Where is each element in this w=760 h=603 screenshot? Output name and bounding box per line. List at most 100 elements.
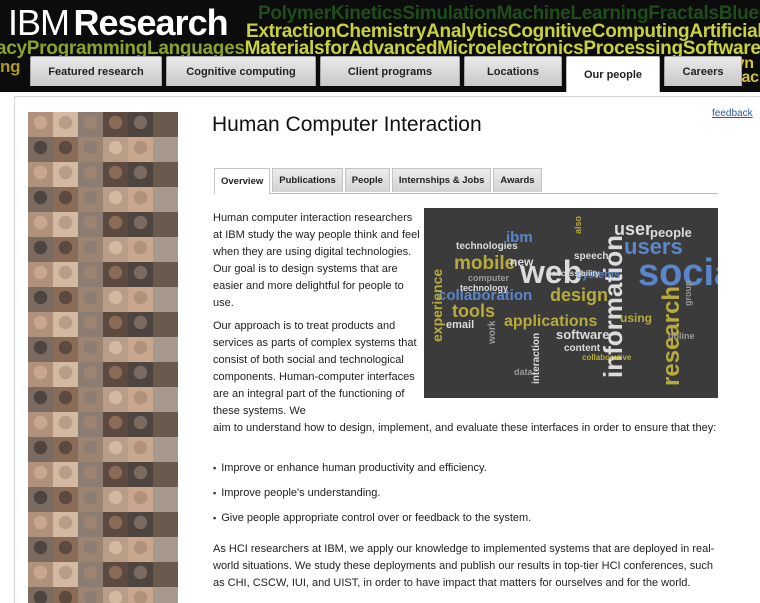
person-photo-thumbnail (78, 487, 103, 512)
tab-people[interactable]: People (344, 168, 390, 192)
person-photo-thumbnail (103, 512, 128, 537)
person-photo-thumbnail (153, 287, 178, 312)
person-photo-thumbnail (128, 587, 153, 603)
person-photo-thumbnail (153, 462, 178, 487)
person-photo-thumbnail (153, 437, 178, 462)
person-photo-thumbnail (28, 587, 53, 603)
nav-tab-client-programs[interactable]: Client programs (320, 56, 460, 86)
person-photo-thumbnail (103, 362, 128, 387)
person-photo-thumbnail (78, 462, 103, 487)
approach-paragraph: Our approach is to treat products and se… (213, 320, 417, 417)
person-photo-thumbnail (78, 187, 103, 212)
person-photo-thumbnail (53, 237, 78, 262)
person-photo-thumbnail (78, 287, 103, 312)
person-photo-thumbnail (103, 412, 128, 437)
cloud-word: people (650, 225, 692, 240)
person-photo-thumbnail (28, 337, 53, 362)
person-photo-thumbnail (28, 412, 53, 437)
nav-tab-careers[interactable]: Careers (664, 56, 742, 86)
cloud-word: software (556, 327, 610, 342)
person-photo-thumbnail (103, 237, 128, 262)
person-photo-thumbnail (103, 137, 128, 162)
main-nav: Featured research Cognitive computing Cl… (30, 56, 746, 92)
person-photo-thumbnail (128, 387, 153, 412)
person-photo-thumbnail (103, 312, 128, 337)
person-photo-thumbnail (128, 212, 153, 237)
nav-tab-cognitive-computing[interactable]: Cognitive computing (166, 56, 316, 86)
person-photo-thumbnail (103, 162, 128, 187)
cloud-word: using (620, 311, 652, 325)
ibm-research-logo[interactable]: IBM Research (8, 2, 229, 43)
person-photo-thumbnail (128, 412, 153, 437)
cloud-word: data (514, 367, 533, 377)
cloud-word: technology (460, 283, 509, 293)
person-photo-thumbnail (128, 237, 153, 262)
person-photo-thumbnail (153, 187, 178, 212)
person-photo-thumbnail (128, 162, 153, 187)
person-photo-thumbnail (103, 462, 128, 487)
cloud-word: user (614, 219, 653, 239)
person-photo-thumbnail (53, 262, 78, 287)
person-photo-thumbnail (103, 262, 128, 287)
nav-tab-featured-research[interactable]: Featured research (30, 56, 162, 86)
person-photo-thumbnail (128, 262, 153, 287)
person-photo-thumbnail (53, 462, 78, 487)
cloud-word: collaborative (582, 353, 632, 362)
person-photo-thumbnail (78, 512, 103, 537)
person-photo-thumbnail (128, 337, 153, 362)
person-photo-thumbnail (153, 562, 178, 587)
goal-bullet: Improve or enhance human productivity an… (213, 462, 487, 474)
person-photo-thumbnail (28, 487, 53, 512)
cloud-word: online (668, 331, 695, 341)
nav-tab-our-people[interactable]: Our people (566, 56, 660, 92)
person-photo-thumbnail (53, 512, 78, 537)
cloud-word: computer (468, 273, 510, 283)
hci-word-cloud: social information research web users us… (424, 208, 718, 398)
person-photo-thumbnail (128, 537, 153, 562)
person-photo-thumbnail (103, 437, 128, 462)
person-photo-thumbnail (153, 262, 178, 287)
person-photo-thumbnail (153, 587, 178, 603)
section-tabs: Overview Publications People Internships… (214, 168, 718, 194)
person-photo-thumbnail (103, 387, 128, 412)
person-photo-thumbnail (78, 112, 103, 137)
tab-awards[interactable]: Awards (493, 168, 542, 192)
person-photo-thumbnail (78, 587, 103, 603)
person-photo-thumbnail (128, 112, 153, 137)
person-photo-thumbnail (128, 187, 153, 212)
person-photo-thumbnail (103, 587, 128, 603)
logo-ibm: IBM (8, 2, 70, 43)
person-photo-thumbnail (28, 112, 53, 137)
person-photo-thumbnail (53, 212, 78, 237)
person-photo-thumbnail (153, 387, 178, 412)
cloud-word: speech (574, 251, 609, 262)
person-photo-thumbnail (128, 287, 153, 312)
person-photo-thumbnail (53, 112, 78, 137)
person-photo-thumbnail (103, 187, 128, 212)
person-photo-thumbnail (28, 562, 53, 587)
person-photo-thumbnail (53, 162, 78, 187)
person-photo-thumbnail (53, 487, 78, 512)
person-photo-thumbnail (128, 562, 153, 587)
tab-overview[interactable]: Overview (214, 168, 271, 194)
tab-internships-jobs[interactable]: Internships & Jobs (391, 168, 492, 192)
person-photo-thumbnail (53, 337, 78, 362)
person-photo-thumbnail (28, 312, 53, 337)
goal-bullet: Improve people's understanding. (213, 487, 380, 499)
cloud-word: also (573, 215, 583, 234)
feedback-link[interactable]: feedback (712, 108, 753, 119)
nav-tab-locations[interactable]: Locations (464, 56, 562, 86)
person-photo-thumbnail (78, 237, 103, 262)
person-photo-thumbnail (103, 287, 128, 312)
person-photo-thumbnail (128, 462, 153, 487)
cloud-word: group (683, 280, 693, 307)
person-photo-thumbnail (153, 512, 178, 537)
tab-publications[interactable]: Publications (272, 168, 343, 192)
person-photo-thumbnail (28, 262, 53, 287)
people-photo-mosaic (28, 112, 178, 603)
ticker-line-4: ng (0, 57, 21, 76)
cloud-word: mobile (454, 253, 516, 274)
person-photo-thumbnail (128, 512, 153, 537)
person-photo-thumbnail (78, 362, 103, 387)
person-photo-thumbnail (28, 512, 53, 537)
